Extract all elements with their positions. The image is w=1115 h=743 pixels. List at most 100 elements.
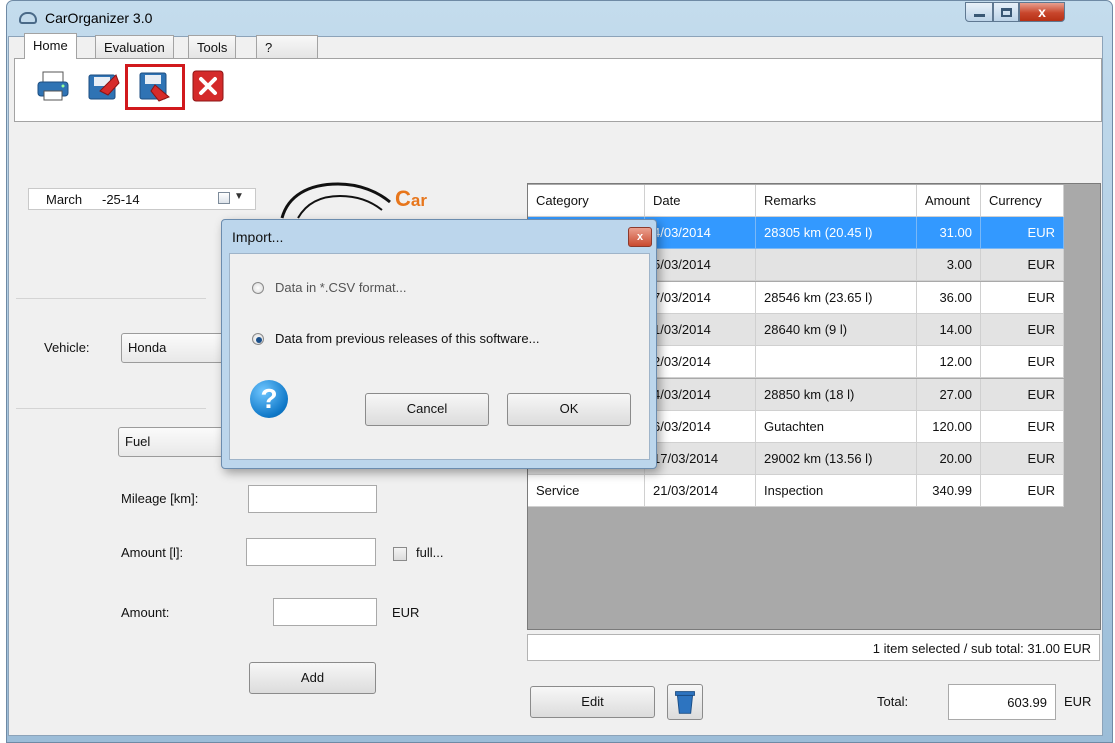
title-bar[interactable]: CarOrganizer 3.0 x — [7, 1, 1112, 37]
table-cell-date: 5/03/2014 — [645, 249, 756, 282]
option-previous-label[interactable]: Data from previous releases of this soft… — [275, 331, 539, 346]
table-cell-remarks: Gutachten — [756, 410, 917, 443]
table-cell-currency: EUR — [981, 313, 1064, 346]
table-cell-currency: EUR — [981, 378, 1064, 411]
separator — [16, 408, 206, 409]
table-cell-currency: EUR — [981, 249, 1064, 282]
column-header[interactable]: Currency — [981, 185, 1064, 217]
table-cell-amount: 20.00 — [917, 443, 981, 476]
separator — [16, 298, 206, 299]
tab-help[interactable]: ? — [256, 35, 318, 59]
logo-letters: ar — [410, 191, 427, 210]
car-icon — [19, 12, 37, 24]
full-label: full... — [416, 545, 444, 560]
calendar-icon[interactable] — [218, 192, 230, 204]
option-csv-label[interactable]: Data in *.CSV format... — [275, 280, 407, 295]
amount-liters-input[interactable] — [246, 538, 376, 566]
table-cell-currency: EUR — [981, 410, 1064, 443]
delete-button[interactable] — [667, 684, 703, 720]
close-button[interactable]: x — [1019, 2, 1065, 22]
mileage-input[interactable] — [248, 485, 377, 513]
table-scroll-area — [1066, 184, 1100, 629]
maximize-icon — [1001, 8, 1012, 17]
column-header[interactable]: Category — [528, 185, 645, 217]
table-cell-remarks: 28850 km (18 l) — [756, 378, 917, 411]
currency-label: EUR — [392, 605, 420, 620]
table-cell-remarks: 28640 km (9 l) — [756, 313, 917, 346]
selection-status: 1 item selected / sub total: 31.00 EUR — [527, 634, 1100, 661]
radio-previous[interactable] — [252, 333, 264, 345]
exit-icon[interactable] — [192, 70, 224, 102]
ok-button[interactable]: OK — [507, 393, 631, 426]
table-cell-remarks: 29002 km (13.56 l) — [756, 443, 917, 476]
category-select[interactable]: Fuel — [118, 427, 230, 457]
table-row[interactable]: Service 21/03/2014 Inspection 340.99 EUR — [528, 475, 1064, 508]
logo-car-icon — [280, 182, 391, 219]
table-cell-currency: EUR — [981, 475, 1064, 508]
trash-icon — [675, 691, 695, 714]
table-header: Category Date Remarks Amount Currency — [528, 185, 1064, 217]
dialog-title: Import... — [232, 229, 284, 245]
table-cell-date: 21/03/2014 — [645, 475, 756, 508]
table-cell-remarks — [756, 249, 917, 282]
print-icon[interactable] — [36, 69, 70, 103]
tab-home[interactable]: Home — [24, 33, 77, 59]
tab-evaluation[interactable]: Evaluation — [95, 35, 174, 59]
minimize-icon — [974, 14, 985, 17]
close-icon: x — [1038, 4, 1046, 20]
vehicle-select[interactable]: Honda — [121, 333, 231, 363]
logo-letter-c: C — [395, 186, 411, 211]
table-cell-amount: 12.00 — [917, 346, 981, 379]
table-cell-date: 17/03/2014 — [645, 443, 756, 476]
table-cell-amount: 31.00 — [917, 217, 981, 249]
import-highlight — [125, 64, 185, 110]
table-cell-date: 2/03/2014 — [645, 346, 756, 379]
chevron-down-icon[interactable]: ▼ — [234, 191, 244, 202]
full-checkbox[interactable] — [393, 547, 407, 561]
amount-liters-label: Amount [l]: — [121, 545, 184, 560]
radio-csv[interactable] — [252, 282, 264, 294]
tab-tools[interactable]: Tools — [188, 35, 237, 59]
close-icon: x — [636, 231, 644, 243]
date-month: March — [46, 192, 83, 207]
cancel-button[interactable]: Cancel — [365, 393, 489, 426]
total-value: 603.99 — [948, 684, 1056, 720]
table-cell-date: 7/03/2014 — [645, 281, 756, 314]
vehicle-label: Vehicle: — [44, 340, 90, 355]
table-cell-amount: 3.00 — [917, 249, 981, 282]
table-cell-amount: 340.99 — [917, 475, 981, 508]
table-cell-amount: 36.00 — [917, 281, 981, 314]
table-cell-date: 6/03/2014 — [645, 410, 756, 443]
mileage-label: Mileage [km]: — [121, 491, 199, 506]
logo-text: Car — [395, 186, 427, 212]
column-header[interactable]: Remarks — [756, 185, 917, 217]
table-cell-remarks: 28305 km (20.45 l) — [756, 217, 917, 249]
total-currency: EUR — [1064, 694, 1092, 709]
table-cell-category: Service — [528, 475, 645, 508]
dialog-close-button[interactable]: x — [628, 227, 652, 247]
column-header[interactable]: Date — [645, 185, 756, 217]
window-title: CarOrganizer 3.0 — [45, 10, 153, 26]
table-cell-remarks: 28546 km (23.65 l) — [756, 281, 917, 314]
export-icon[interactable] — [86, 69, 120, 103]
table-cell-amount: 120.00 — [917, 410, 981, 443]
total-label: Total: — [877, 694, 909, 709]
table-cell-date: 4/03/2014 — [645, 217, 756, 249]
minimize-button[interactable] — [965, 2, 993, 22]
amount-input[interactable] — [273, 598, 377, 626]
table-cell-currency: EUR — [981, 217, 1064, 249]
maximize-button[interactable] — [993, 2, 1019, 22]
column-header[interactable]: Amount — [917, 185, 981, 217]
table-cell-amount: 14.00 — [917, 313, 981, 346]
amount-label: Amount: — [121, 605, 170, 620]
table-cell-amount: 27.00 — [917, 378, 981, 411]
table-cell-date: 4/03/2014 — [645, 378, 756, 411]
table-cell-currency: EUR — [981, 346, 1064, 379]
edit-button[interactable]: Edit — [530, 686, 655, 718]
table-cell-remarks: Inspection — [756, 475, 917, 508]
add-button[interactable]: Add — [249, 662, 376, 694]
table-cell-date: 1/03/2014 — [645, 313, 756, 346]
table-cell-remarks — [756, 346, 917, 379]
table-cell-currency: EUR — [981, 281, 1064, 314]
date-day: -25-14 — [102, 192, 140, 207]
